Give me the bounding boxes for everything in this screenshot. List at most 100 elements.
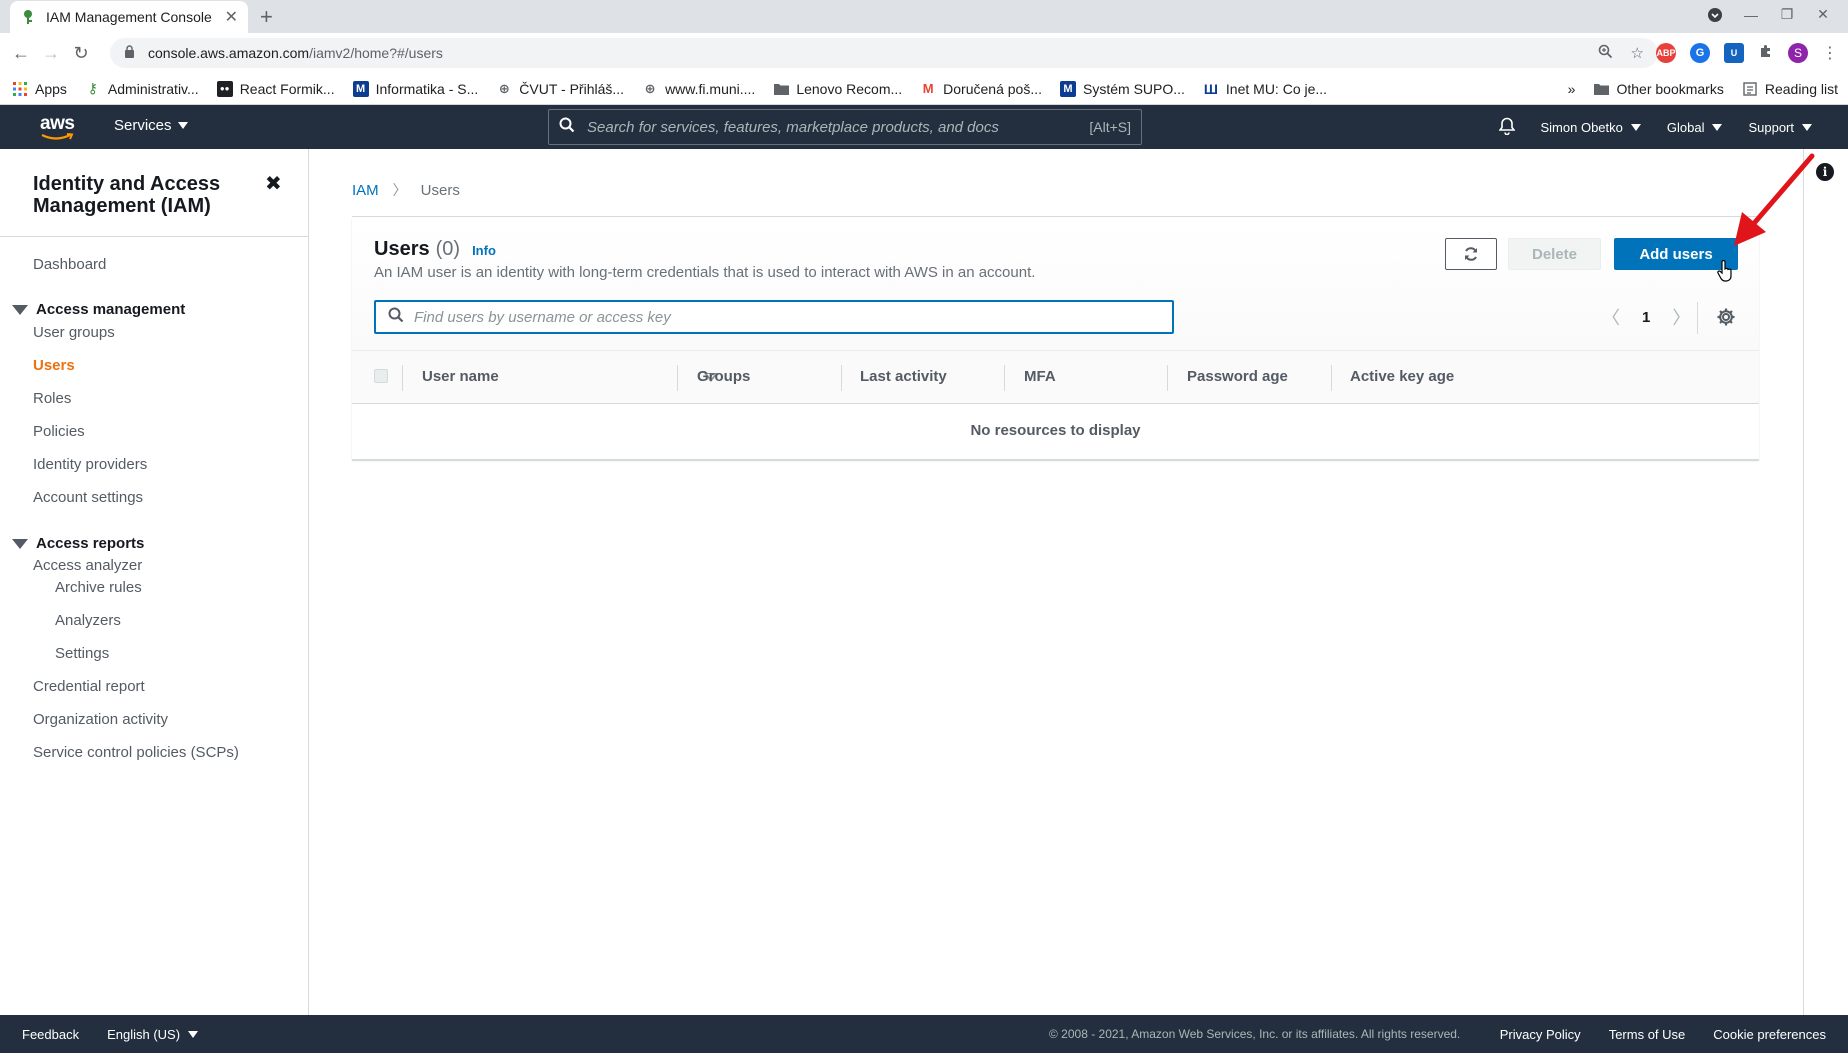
terms-of-use-link[interactable]: Terms of Use (1609, 1027, 1686, 1042)
aws-footer: Feedback English (US) © 2008 - 2021, Ama… (0, 1015, 1848, 1053)
bookmark-cvut[interactable]: ⊕ ČVUT - Přihláš... (496, 81, 624, 97)
sidebar-item-credential-report[interactable]: Credential report (33, 678, 145, 695)
new-tab-icon[interactable]: + (260, 4, 273, 30)
close-window-icon[interactable]: ✕ (1814, 6, 1832, 23)
back-icon[interactable]: ← (6, 38, 36, 68)
aws-key-favicon-icon (20, 9, 36, 25)
language-selector[interactable]: English (US) (107, 1027, 199, 1042)
url-host: console.aws.amazon.com (148, 45, 310, 61)
privacy-policy-link[interactable]: Privacy Policy (1500, 1027, 1581, 1042)
bookmark-react-formik[interactable]: ●● React Formik... (216, 80, 335, 97)
bookmark-gmail[interactable]: M Doručená poš... (920, 81, 1042, 97)
caret-down-icon (177, 122, 188, 129)
aws-top-nav: aws Services Search for services, featur… (0, 105, 1848, 149)
column-groups[interactable]: Groups (697, 368, 750, 385)
user-search-field[interactable] (374, 300, 1174, 334)
users-count: (0) (435, 238, 461, 260)
chevron-right-icon: 〉 (392, 182, 407, 198)
feedback-link[interactable]: Feedback (22, 1027, 79, 1042)
services-menu[interactable]: Services (114, 117, 188, 134)
profile-avatar[interactable]: S (1788, 43, 1808, 63)
bookmark-star-icon[interactable]: ☆ (1631, 44, 1644, 63)
next-page-icon[interactable]: 〉 (1672, 304, 1690, 330)
tab-title: IAM Management Console (46, 9, 212, 25)
copyright: © 2008 - 2021, Amazon Web Services, Inc.… (1049, 1027, 1461, 1041)
bitwarden-icon[interactable]: U (1724, 43, 1744, 63)
select-all-checkbox[interactable] (374, 369, 388, 383)
reading-list[interactable]: Reading list (1742, 81, 1838, 97)
account-menu[interactable]: Simon Obetko (1541, 120, 1641, 135)
sidebar-item-settings[interactable]: Settings (55, 645, 109, 662)
window-controls: — ❐ ✕ (1706, 6, 1832, 23)
reload-icon[interactable]: ↻ (66, 38, 96, 68)
bookmark-informatika[interactable]: M Informatika - S... (352, 80, 478, 97)
current-page[interactable]: 1 (1642, 309, 1650, 326)
region-menu[interactable]: Global (1667, 120, 1723, 135)
bookmark-fi-muni[interactable]: ⊕ www.fi.muni.... (642, 81, 756, 97)
sidebar-item-dashboard[interactable]: Dashboard (33, 256, 106, 273)
refresh-button[interactable] (1445, 238, 1497, 270)
aws-global-search[interactable]: Search for services, features, marketpla… (548, 109, 1142, 145)
address-bar[interactable]: console.aws.amazon.com /iamv2/home?#/use… (110, 38, 1658, 68)
column-active-key-age[interactable]: Active key age (1350, 368, 1454, 385)
mu-icon: Ш (1203, 80, 1218, 97)
search-icon (388, 307, 404, 327)
url-path: /iamv2/home?#/users (309, 45, 443, 61)
sidebar-item-access-analyzer[interactable]: Access analyzer (33, 557, 142, 574)
column-password-age[interactable]: Password age (1187, 368, 1288, 385)
minimize-icon[interactable]: — (1742, 7, 1760, 23)
browser-tab[interactable]: IAM Management Console ✕ (10, 1, 248, 33)
sidebar-item-scps[interactable]: Service control policies (SCPs) (33, 744, 239, 761)
sidebar-item-archive-rules[interactable]: Archive rules (55, 579, 142, 596)
table-preferences-gear-icon[interactable] (1716, 307, 1736, 327)
sidebar-item-identity-providers[interactable]: Identity providers (33, 456, 147, 473)
help-panel-divider (1803, 149, 1804, 1015)
breadcrumb-iam[interactable]: IAM (352, 182, 379, 199)
sidebar-item-analyzers[interactable]: Analyzers (55, 612, 121, 629)
user-search-input[interactable] (414, 308, 1160, 326)
more-bookmarks-icon[interactable]: » (1568, 81, 1576, 97)
refresh-icon (1465, 247, 1477, 261)
delete-button[interactable]: Delete (1508, 238, 1601, 270)
grammarly-icon[interactable]: G (1690, 43, 1710, 63)
adblock-icon[interactable]: ABP (1656, 43, 1676, 63)
aws-logo[interactable]: aws (40, 113, 80, 141)
close-sidebar-icon[interactable]: ✖ (265, 171, 282, 196)
aws-search-placeholder: Search for services, features, marketpla… (587, 118, 999, 136)
other-bookmarks[interactable]: Other bookmarks (1593, 81, 1724, 97)
tab-search-icon[interactable] (1706, 7, 1724, 23)
sidebar-item-users[interactable]: Users (33, 357, 75, 374)
breadcrumb: IAM 〉 Users (352, 180, 460, 200)
sidebar-item-user-groups[interactable]: User groups (33, 324, 115, 341)
bookmark-administrativ[interactable]: ⚷ Administrativ... (85, 80, 199, 97)
support-menu[interactable]: Support (1748, 120, 1812, 135)
sidebar-section-access-reports[interactable]: Access reports (12, 535, 144, 552)
forward-icon[interactable]: → (36, 38, 66, 68)
browser-menu-icon[interactable]: ⋮ (1822, 43, 1838, 63)
apps-grid-icon (12, 81, 28, 97)
extensions-puzzle-icon[interactable] (1758, 43, 1774, 63)
notifications-bell-icon[interactable] (1497, 117, 1516, 138)
restore-icon[interactable]: ❐ (1778, 6, 1796, 23)
search-shortcut: [Alt+S] (1089, 119, 1131, 135)
column-mfa[interactable]: MFA (1024, 368, 1056, 385)
sidebar-section-access-management[interactable]: Access management (12, 301, 185, 318)
sidebar-item-account-settings[interactable]: Account settings (33, 489, 143, 506)
sidebar-item-roles[interactable]: Roles (33, 390, 71, 407)
close-tab-icon[interactable]: ✕ (225, 7, 238, 27)
previous-page-icon[interactable]: 〈 (1602, 304, 1620, 330)
bookmark-lenovo[interactable]: Lenovo Recom... (773, 81, 902, 97)
sidebar-item-organization-activity[interactable]: Organization activity (33, 711, 168, 728)
bookmark-inet-mu[interactable]: Ш Inet MU: Co je... (1203, 81, 1327, 97)
empty-state-message: No resources to display (970, 422, 1141, 439)
column-last-activity[interactable]: Last activity (860, 368, 947, 385)
cookie-preferences-link[interactable]: Cookie preferences (1713, 1027, 1826, 1042)
m-icon: M (1060, 80, 1076, 97)
sidebar-item-policies[interactable]: Policies (33, 423, 85, 440)
browser-tab-strip: IAM Management Console ✕ + — ❐ ✕ (0, 0, 1848, 33)
bookmark-apps[interactable]: Apps (12, 81, 67, 97)
zoom-icon[interactable] (1598, 44, 1613, 63)
column-user-name[interactable]: User name (422, 368, 499, 385)
bookmark-system-supo[interactable]: M Systém SUPO... (1060, 80, 1185, 97)
info-link[interactable]: Info (472, 243, 496, 258)
